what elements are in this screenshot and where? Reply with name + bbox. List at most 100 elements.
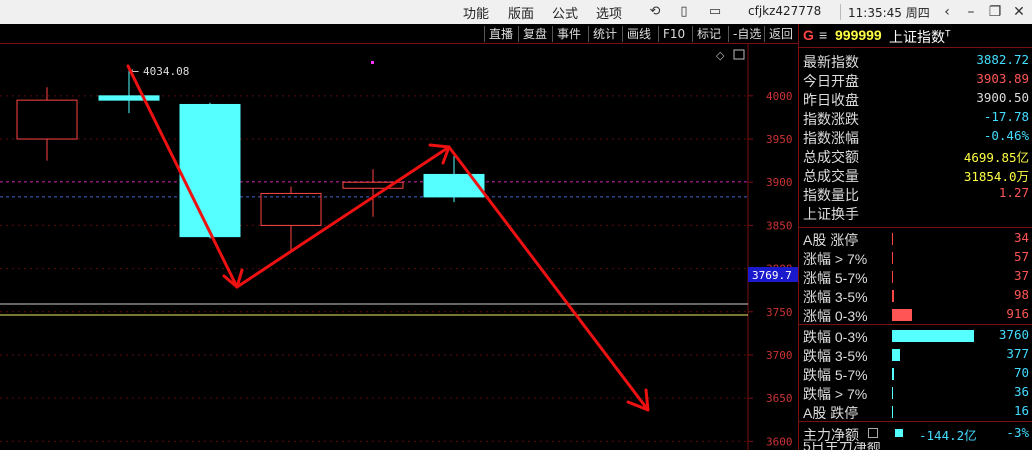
chart-toolbar: 直播 复盘 事件 统计 画线 F10 标记 -自选 返回 [0,24,798,44]
quote-row-label: A股 涨停 [803,232,859,248]
quote-row: 今日开盘 3903.89 [799,70,1032,89]
current-price-tag: 3769.7 [752,269,792,282]
title-bar: 功能 版面 公式 选项 ⟲ ▯ ▭ cfjkz427778 11:35:45 周… [0,0,1032,24]
distribution-bar [892,406,893,418]
candle-body [260,192,322,226]
quote-row-value: 3882.72 [976,52,1029,67]
quote-row-label: 涨幅 > 7% [803,251,868,267]
y-tick-label: 3700 [766,349,793,362]
quote-row-label: 跌幅 0-3% [803,329,868,345]
quote-row: 跌幅 > 7% 36 [799,383,1032,402]
phone-icon[interactable]: ▯ [675,3,693,21]
user-account[interactable]: cfjkz427778 [748,4,821,18]
quote-row-value: 34 [1013,230,1029,245]
close-icon[interactable]: ✕ [1008,2,1030,22]
quote-row-label: 跌幅 3-5% [803,348,868,364]
quote-row-label: 指数涨跌 [803,111,859,127]
divider [799,421,1032,422]
return-button[interactable]: 返回 [764,26,797,42]
chart-canvas[interactable]: 400039503900385038003750370036503600 ← 4… [0,44,798,450]
main-flow-row[interactable]: 主力净额 -144.2亿 -3% [799,424,1032,443]
candle-body [179,103,241,238]
quote-row-label: 跌幅 5-7% [803,367,868,383]
main-flow-pct: -3% [1006,425,1029,440]
arrow-up-1 [235,145,451,289]
index-name-sup: T [945,28,951,39]
menu-formula[interactable]: 公式 [552,3,578,22]
distribution-bar [892,387,893,399]
mark-button[interactable]: 标记 [692,26,725,42]
quote-row-value: 70 [1013,365,1029,380]
distribution-bar [892,368,894,380]
event-dot [371,61,374,64]
stats-button[interactable]: 统计 [588,26,621,42]
clock: 11:35:45 周四 [848,6,930,20]
quote-row-label: 指数量比 [803,187,859,203]
minimize-icon[interactable]: – [960,2,982,22]
live-button[interactable]: 直播 [484,26,517,42]
candle-body [98,95,160,101]
quote-row: 涨幅 0-3% 916 [799,305,1032,324]
menu-options[interactable]: 选项 [596,3,622,22]
y-tick-label: 3900 [766,176,793,189]
quote-row: 涨幅 > 7% 57 [799,248,1032,267]
draw-line-button[interactable]: 画线 [622,26,655,42]
quote-row: A股 跌停 16 [799,402,1032,421]
menu-icon[interactable]: ≡ [819,27,827,43]
quote-row-label: A股 跌停 [803,405,859,421]
events-button[interactable]: 事件 [552,26,585,42]
distribution-bar [892,252,894,264]
quote-row-label: 总成交量 [803,168,859,184]
quote-row: 指数涨跌 -17.78 [799,108,1032,127]
y-tick-label: 3750 [766,306,793,319]
flow2-row[interactable]: 5日主力净额 [799,442,1032,450]
refresh-icon[interactable]: ⟲ [646,3,664,21]
index-code[interactable]: 999999 [835,27,882,43]
distribution-bar [892,309,912,321]
distribution-bar [892,349,901,361]
quote-row-label: 涨幅 5-7% [803,270,868,286]
quote-row-label: 涨幅 3-5% [803,289,868,305]
divider [799,227,1032,228]
quote-row: 跌幅 0-3% 3760 [799,326,1032,345]
candle[interactable] [16,87,78,161]
menu-layout[interactable]: 版面 [508,3,534,22]
index-name[interactable]: 上证指数T [889,27,951,47]
window-icon[interactable] [733,49,745,60]
f10-button[interactable]: F10 [658,26,689,42]
quote-row-value: -0.46% [983,128,1029,143]
y-tick-label: 3950 [766,133,793,146]
quote-row-value: 57 [1013,249,1029,264]
quote-row: 昨日收盘 3900.50 [799,89,1032,108]
diamond-icon[interactable]: ◇ [716,49,725,62]
quote-header: G ≡ 999999 上证指数T [799,24,1032,48]
group-flag: G [803,27,814,43]
candlestick-chart[interactable]: 400039503900385038003750370036503600 ← 4… [0,44,798,450]
quote-row-value: 3900.50 [976,90,1029,105]
quote-row: 最新指数 3882.72 [799,51,1032,70]
y-tick-label: 3850 [766,219,793,232]
flow2-label: 5日主力净额 [803,442,881,450]
restore-icon[interactable]: ❐ [984,2,1006,22]
candle[interactable] [179,102,241,239]
candle-body [423,173,485,198]
candle-body [16,99,78,140]
quote-row: 指数涨幅 -0.46% [799,127,1032,146]
quote-row-value: 36 [1013,384,1029,399]
replay-button[interactable]: 复盘 [518,26,551,42]
list-icon[interactable] [868,428,878,438]
watchlist-button[interactable]: -自选 [728,26,765,42]
menu-function[interactable]: 功能 [463,3,489,22]
distribution-bar [892,233,893,245]
index-name-text: 上证指数 [889,29,945,45]
quote-row-value: 98 [1013,287,1029,302]
back-icon[interactable]: ‹ [936,2,958,22]
y-tick-label: 3650 [766,392,793,405]
quote-row: 跌幅 5-7% 70 [799,364,1032,383]
quote-row: 总成交额 4699.85亿 [799,146,1032,165]
divider [799,324,1032,325]
reference-lines [0,181,748,198]
quote-row-value: 31854.0万 [963,169,1029,184]
monitor-icon[interactable]: ▭ [706,3,724,21]
quote-row-value: -17.78 [983,109,1029,124]
